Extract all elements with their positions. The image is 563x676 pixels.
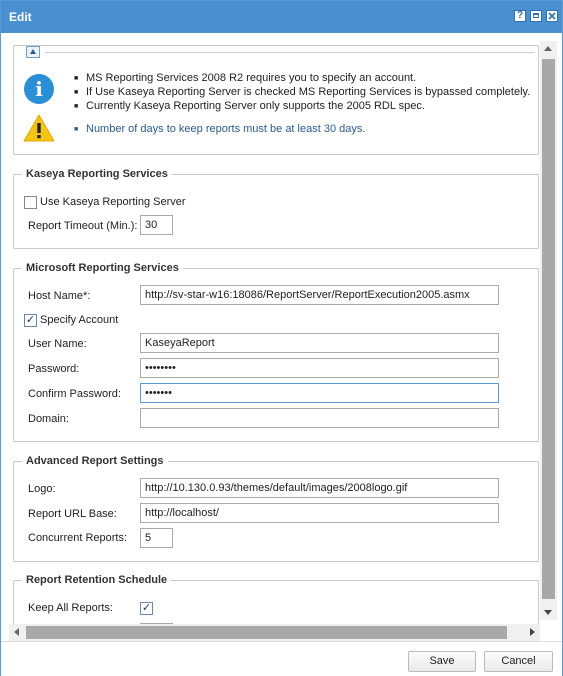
scroll-left-icon[interactable] [14, 628, 19, 636]
keep-all-label: Keep All Reports: [28, 602, 113, 614]
info-message-1: MS Reporting Services 2008 R2 requires y… [74, 72, 416, 85]
info-message-2: If Use Kaseya Reporting Server is checke… [74, 86, 530, 99]
retention-section-title: Report Retention Schedule [26, 574, 168, 586]
advanced-section-title: Advanced Report Settings [26, 455, 164, 467]
logo-label: Logo: [28, 483, 56, 495]
close-icon[interactable] [546, 10, 558, 22]
url-base-label: Report URL Base: [28, 508, 117, 520]
timeout-label: Report Timeout (Min.): [28, 220, 138, 232]
dialog-footer: Save Cancel [1, 641, 562, 676]
url-base-input[interactable]: http://localhost/ [140, 503, 499, 523]
collapse-icon[interactable] [26, 46, 40, 58]
restore-icon[interactable] [530, 10, 542, 22]
info-icon: i [24, 74, 54, 104]
save-button[interactable]: Save [408, 651, 476, 672]
use-kaseya-checkbox[interactable] [24, 196, 37, 209]
microsoft-section-title: Microsoft Reporting Services [26, 262, 179, 274]
keep-all-checkbox[interactable]: ✓ [140, 602, 153, 615]
horizontal-scroll-thumb[interactable] [26, 626, 507, 639]
dialog-titlebar[interactable]: Edit ? [1, 1, 562, 33]
timeout-input[interactable]: 30 [140, 215, 173, 235]
password-label: Password: [28, 363, 80, 375]
username-input[interactable]: KaseyaReport [140, 333, 499, 353]
host-input[interactable]: http://sv-star-w16:18086/ReportServer/Re… [140, 285, 499, 305]
domain-label: Domain: [28, 413, 69, 425]
domain-input[interactable] [140, 408, 499, 428]
scroll-down-icon[interactable] [544, 610, 552, 615]
info-divider [45, 52, 535, 53]
password-input[interactable]: •••••••• [140, 358, 499, 378]
confirm-password-input[interactable]: ••••••• [140, 383, 499, 403]
dialog-content: i MS Reporting Services 2008 R2 requires… [1, 33, 562, 641]
warning-message: Number of days to keep reports must be a… [74, 123, 365, 136]
dialog-title: Edit [9, 10, 32, 24]
use-kaseya-label: Use Kaseya Reporting Server [40, 196, 186, 208]
confirm-password-label: Confirm Password: [28, 388, 121, 400]
horizontal-scrollbar[interactable] [9, 624, 540, 641]
cancel-button[interactable]: Cancel [484, 651, 553, 672]
vertical-scrollbar[interactable] [540, 41, 557, 620]
info-message-3: Currently Kaseya Reporting Server only s… [74, 100, 425, 113]
host-label: Host Name*: [28, 290, 91, 302]
kaseya-section: Kaseya Reporting Services [13, 168, 539, 249]
specify-account-label: Specify Account [40, 314, 119, 326]
scroll-right-icon[interactable] [530, 628, 535, 636]
help-icon[interactable]: ? [514, 10, 526, 22]
edit-dialog: Edit ? i MS Reporting Services 2008 R2 r… [0, 0, 563, 676]
logo-input[interactable]: http://10.130.0.93/themes/default/images… [140, 478, 499, 498]
kaseya-section-title: Kaseya Reporting Services [26, 168, 168, 180]
warning-icon [23, 114, 55, 142]
specify-account-checkbox[interactable]: ✓ [24, 314, 37, 327]
vertical-scroll-thumb[interactable] [542, 59, 555, 599]
concurrent-label: Concurrent Reports: [28, 532, 128, 544]
username-label: User Name: [28, 338, 87, 350]
scroll-up-icon[interactable] [544, 46, 552, 51]
concurrent-input[interactable]: 5 [140, 528, 173, 548]
scroll-area: i MS Reporting Services 2008 R2 requires… [9, 41, 539, 631]
